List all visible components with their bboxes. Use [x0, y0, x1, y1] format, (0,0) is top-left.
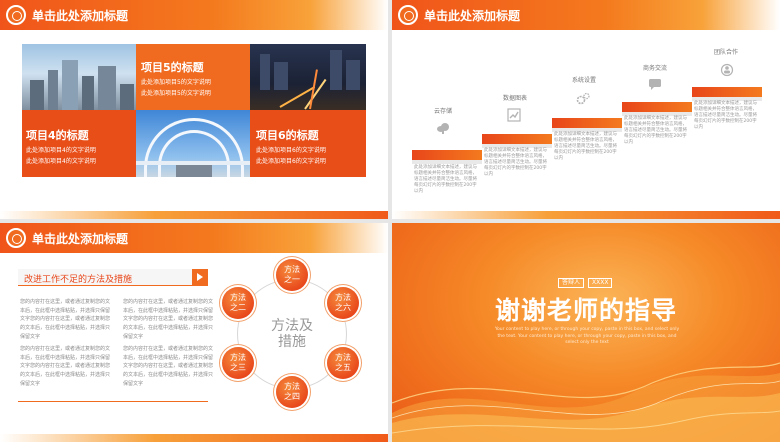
slide-title[interactable]: 单击此处添加标题 [32, 7, 128, 24]
chart-icon [507, 108, 521, 122]
method-node-4[interactable]: 方法 之四 [276, 376, 308, 408]
step-bar [552, 118, 622, 128]
paragraph: 您的内容打在这里，或者通过复制您的文本后，在此框中选择粘贴，并选择只保留文字您的… [123, 299, 214, 340]
thanks-subtitle: Your content to play here, or through yo… [494, 327, 680, 345]
node-line: 之六 [335, 303, 351, 312]
node-line: 之一 [284, 275, 300, 284]
slide-projects[interactable]: 单击此处添加标题 项目5的标题 此处添加项目5的文字说明 此处添加项目5的文字说… [0, 0, 388, 219]
step-description: 此处添加详细文本描述，建议与标题相关并符合整体语言风格，语言描述尽量简洁生动。尽… [624, 116, 687, 145]
step-description: 此处添加详细文本描述，建议与标题相关并符合整体语言风格，语言描述尽量简洁生动。尽… [694, 101, 757, 130]
project-6-title[interactable]: 项目6的标题 [256, 127, 319, 143]
method-node-6[interactable]: 方法 之六 [327, 287, 359, 319]
step-label: 商务交流 [642, 65, 667, 72]
center-line: 措施 [278, 334, 306, 350]
section-banner: 改进工作不足的方法及措施 [18, 269, 208, 286]
method-node-2[interactable]: 方法 之二 [222, 287, 254, 319]
night-road-photo [250, 44, 366, 110]
node-line: 之五 [335, 363, 351, 372]
project-4-desc: 此处添加项目4的文字说明 [26, 158, 96, 165]
paragraph: 您的内容打在这里，或者通过复制您的文本后，在此框中选择粘贴，并选择只保留文字您的… [20, 346, 111, 387]
city-skyline-photo [22, 44, 138, 110]
method-center-label: 方法及 措施 [262, 318, 322, 350]
project-5-title[interactable]: 项目5的标题 [141, 59, 204, 75]
project-6-desc: 此处添加项目6的文字说明 [256, 158, 326, 165]
divider [18, 401, 208, 402]
school-logo-icon [398, 5, 418, 25]
cloud-icon [437, 123, 449, 134]
step-bar [412, 150, 482, 160]
center-line: 方法及 [271, 318, 313, 334]
project-5-tile[interactable]: 项目5的标题 此处添加项目5的文字说明 此处添加项目5的文字说明 [136, 44, 252, 110]
bottom-wave [0, 211, 388, 219]
step-label: 团队合作 [713, 49, 738, 56]
project-6-desc: 此处添加项目6的文字说明 [256, 147, 326, 154]
node-line: 之四 [284, 392, 300, 401]
school-logo-icon [6, 5, 26, 25]
project-4-tile[interactable]: 项目4的标题 此处添加项目4的文字说明 此处添加项目4的文字说明 [22, 110, 138, 177]
node-line: 方法 [284, 382, 300, 391]
step-bar [622, 102, 692, 112]
slide-steps[interactable]: 单击此处添加标题 云存储 此处添加详细文本描述，建议与标题相关并符合整体语言风格… [392, 0, 780, 219]
bottom-wave [392, 211, 780, 219]
node-line: 方法 [335, 293, 351, 302]
step-label: 系统设置 [571, 77, 596, 84]
slide-title[interactable]: 单击此处添加标题 [32, 230, 128, 247]
slide-methods[interactable]: 单击此处添加标题 改进工作不足的方法及措施 您的内容打在这里，或者通过复制您的文… [0, 223, 388, 442]
slide-grid: 单击此处添加标题 项目5的标题 此处添加项目5的文字说明 此处添加项目5的文字说… [0, 0, 780, 442]
project-5-desc: 此处添加项目5的文字说明 [141, 79, 211, 86]
method-node-3[interactable]: 方法 之三 [222, 347, 254, 379]
step-bar [692, 87, 762, 97]
step-label: 数据图表 [502, 95, 527, 102]
step-description: 此处添加详细文本描述，建议与标题相关并符合整体语言风格，语言描述尽量简洁生动。尽… [484, 148, 547, 177]
slide-header: 单击此处添加标题 [0, 223, 388, 253]
node-line: 方法 [230, 293, 246, 302]
step-label: 云存储 [433, 108, 452, 115]
slide-title[interactable]: 单击此处添加标题 [424, 7, 520, 24]
thanks-title[interactable]: 谢谢老师的指导 [392, 291, 780, 327]
bridge-photo [136, 110, 252, 177]
node-line: 方法 [335, 353, 351, 362]
method-node-1[interactable]: 方法 之一 [276, 259, 308, 291]
node-line: 之二 [230, 303, 246, 312]
wave-decoration [392, 362, 780, 442]
chat-icon [649, 79, 661, 90]
banner-text[interactable]: 改进工作不足的方法及措施 [24, 272, 132, 285]
node-line: 之三 [230, 363, 246, 372]
step-bar [482, 134, 552, 144]
method-node-5[interactable]: 方法 之五 [327, 347, 359, 379]
project-4-title[interactable]: 项目4的标题 [26, 127, 89, 143]
gear-icon [576, 92, 590, 105]
paragraph: 您的内容打在这里，或者通过复制您的文本后，在此框中选择粘贴，并选择只保留文字您的… [123, 346, 214, 387]
node-line: 方法 [230, 353, 246, 362]
defender-tag[interactable]: 答辩人 [558, 278, 585, 288]
project-5-desc: 此处添加项目5的文字说明 [141, 90, 211, 97]
project-4-desc: 此处添加项目4的文字说明 [26, 147, 96, 154]
school-logo-icon [6, 228, 26, 248]
slide-header: 单击此处添加标题 [0, 0, 388, 30]
team-icon [720, 63, 734, 77]
step-description: 此处添加详细文本描述，建议与标题相关并符合整体语言风格，语言描述尽量简洁生动。尽… [554, 132, 617, 161]
arrow-right-icon [192, 269, 208, 286]
project-6-tile[interactable]: 项目6的标题 此处添加项目6的文字说明 此处添加项目6的文字说明 [250, 110, 366, 177]
slide-thanks[interactable]: 答辩人 XXXX 谢谢老师的指导 Your content to play he… [392, 223, 780, 442]
step-bar-shadow [412, 160, 482, 164]
defender-name-tag[interactable]: XXXX [588, 278, 613, 288]
step-description: 此处添加详细文本描述，建议与标题相关并符合整体语言风格，语言描述尽量简洁生动。尽… [414, 165, 477, 194]
node-line: 方法 [284, 265, 300, 274]
bottom-wave [0, 434, 388, 442]
paragraph: 您的内容打在这里，或者通过复制您的文本后，在此框中选择粘贴，并选择只保留文字您的… [20, 299, 111, 340]
slide-header: 单击此处添加标题 [392, 0, 780, 30]
